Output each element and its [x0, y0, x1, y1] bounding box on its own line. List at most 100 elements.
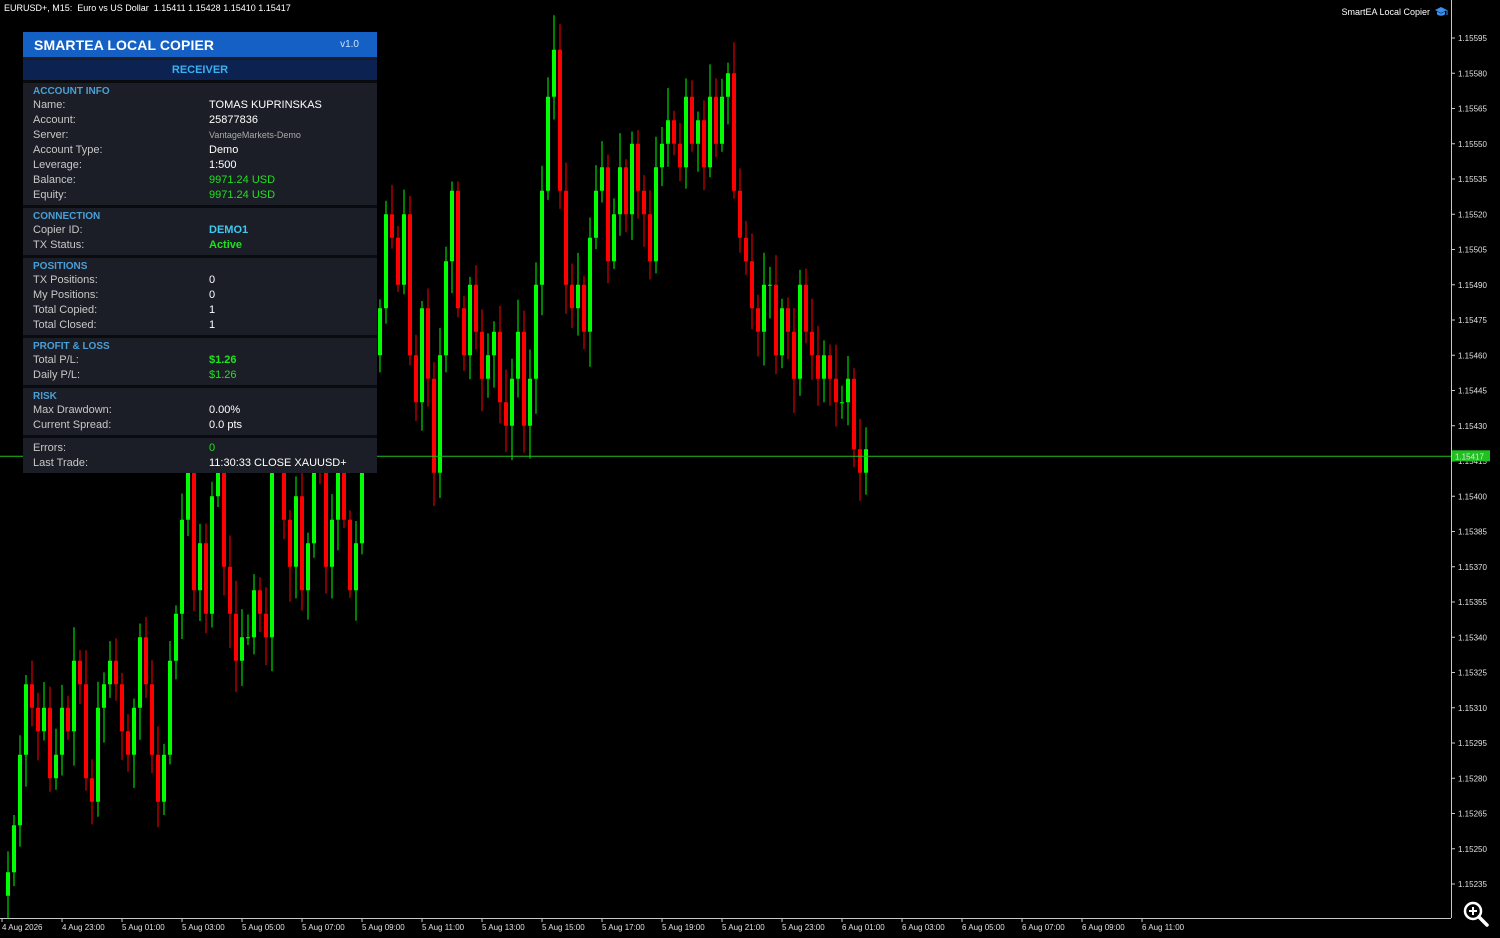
candle-body — [438, 355, 442, 473]
candle-body — [270, 449, 274, 638]
price-tick-label: 1.15400 — [1458, 492, 1487, 501]
candle-body — [804, 284, 808, 332]
candle-body — [810, 331, 814, 356]
candle-body — [492, 331, 496, 356]
time-tick-label: 5 Aug 01:00 — [122, 923, 165, 932]
candle-body — [738, 190, 742, 238]
row-value: 1 — [209, 319, 216, 331]
section-title: POSITIONS — [33, 261, 88, 272]
magnifier-icon[interactable] — [1462, 900, 1490, 928]
candle-body — [180, 519, 184, 614]
price-tick-label: 1.15550 — [1458, 140, 1487, 149]
time-tick-label: 4 Aug 23:00 — [62, 923, 105, 932]
candle-body — [660, 143, 664, 168]
row-value: 1 — [209, 304, 216, 316]
row-value: 25877836 — [209, 114, 258, 126]
info-row-tx-status: TX Status: Active — [23, 238, 377, 253]
candle-body — [24, 684, 28, 755]
candle-body — [588, 237, 592, 332]
candle-body — [384, 214, 388, 309]
info-row-copier-id: Copier ID: DEMO1 — [23, 223, 377, 238]
candle-body — [156, 754, 160, 802]
candle-body — [618, 167, 622, 215]
candle-body — [150, 684, 154, 755]
price-tick-label: 1.15250 — [1458, 845, 1487, 854]
chart-symbol-header: EURUSD+, M15: Euro vs US Dollar 1.15411 … — [4, 3, 291, 13]
time-tick-label: 6 Aug 01:00 — [842, 923, 885, 932]
row-value: 9971.24 USD — [209, 189, 276, 201]
row-value: DEMO1 — [209, 224, 249, 236]
price-tick-label: 1.15370 — [1458, 563, 1487, 572]
candle-body — [300, 496, 304, 591]
info-row-total-copied: Total Copied: 1 — [23, 303, 377, 318]
row-label: Account: — [33, 114, 76, 126]
candle-body — [474, 284, 478, 332]
candle-body — [606, 167, 610, 262]
candle-body — [540, 190, 544, 285]
candle-body — [288, 519, 292, 567]
panel-header[interactable]: SMARTEA LOCAL COPIER v1.0 — [23, 32, 377, 57]
row-label: Total Copied: — [33, 304, 98, 316]
candle-body — [768, 284, 772, 286]
row-value: 0 — [209, 442, 216, 454]
section-title: CONNECTION — [33, 211, 101, 222]
price-tick-label: 1.15535 — [1458, 175, 1487, 184]
candle-body — [486, 355, 490, 379]
price-tick-label: 1.15520 — [1458, 210, 1487, 219]
connection-section: CONNECTION Copier ID: DEMO1 TX Status: Act… — [23, 205, 377, 255]
panel-title: SMARTEA LOCAL COPIER — [34, 36, 215, 53]
time-tick-label: 5 Aug 21:00 — [722, 923, 765, 932]
candle-body — [120, 684, 124, 732]
time-tick-label: 5 Aug 19:00 — [662, 923, 705, 932]
candle-body — [78, 660, 82, 685]
row-label: Daily P/L: — [33, 369, 81, 381]
candle-body — [36, 707, 40, 732]
price-tick-label: 1.15460 — [1458, 351, 1487, 360]
candle-body — [84, 684, 88, 779]
row-label: Copier ID: — [33, 224, 83, 236]
candle-body — [480, 331, 484, 379]
price-tick-label: 1.15295 — [1458, 739, 1487, 748]
time-tick-label: 6 Aug 11:00 — [1142, 923, 1185, 932]
time-tick-label: 5 Aug 03:00 — [182, 923, 225, 932]
time-tick-label: 5 Aug 17:00 — [602, 923, 645, 932]
time-tick-label: 6 Aug 09:00 — [1082, 923, 1125, 932]
price-tick-label: 1.15565 — [1458, 105, 1487, 114]
candle-body — [774, 284, 778, 356]
candle-body — [696, 120, 700, 144]
price-tick-label: 1.15310 — [1458, 704, 1487, 713]
candle-body — [306, 543, 310, 591]
candle-body — [720, 96, 724, 144]
row-value: 0 — [209, 274, 216, 286]
info-row-my-positions: My Positions: 0 — [23, 288, 377, 303]
candle-body — [228, 566, 232, 614]
price-tick-label: 1.15280 — [1458, 774, 1487, 783]
candle-body — [780, 308, 784, 356]
row-value: 1:500 — [209, 159, 237, 171]
row-label: Total P/L: — [33, 354, 79, 366]
row-value: 0.0 pts — [209, 419, 243, 431]
candle-body — [672, 120, 676, 144]
info-row-total-pnl: Total P/L: $1.26 — [23, 353, 377, 368]
risk-section: RISK Max Drawdown: 0.00% Current Spread: 0… — [23, 385, 377, 435]
candle-body — [756, 308, 760, 332]
time-tick-label: 6 Aug 05:00 — [962, 923, 1005, 932]
candle-body — [612, 214, 616, 262]
candle-body — [744, 237, 748, 262]
candle-body — [468, 284, 472, 356]
price-tick-label: 1.15445 — [1458, 387, 1487, 396]
positions-section: POSITIONS TX Positions: 0 My Positions: 0 … — [23, 255, 377, 335]
candle-body — [564, 190, 568, 285]
row-label: Server: — [33, 129, 69, 141]
ea-name-text: SmartEA Local Copier — [1341, 7, 1430, 17]
candle-body — [204, 543, 208, 614]
row-value: 0 — [209, 289, 216, 301]
price-tick-label: 1.15430 — [1458, 422, 1487, 431]
price-tick-label: 1.15340 — [1458, 633, 1487, 642]
candle-body — [822, 355, 826, 379]
row-label: My Positions: — [33, 289, 99, 301]
candle-body — [678, 143, 682, 168]
panel-version: v1.0 — [340, 39, 359, 50]
time-tick-label: 5 Aug 11:00 — [422, 923, 465, 932]
ea-name-label[interactable]: SmartEA Local Copier — [1341, 6, 1448, 18]
